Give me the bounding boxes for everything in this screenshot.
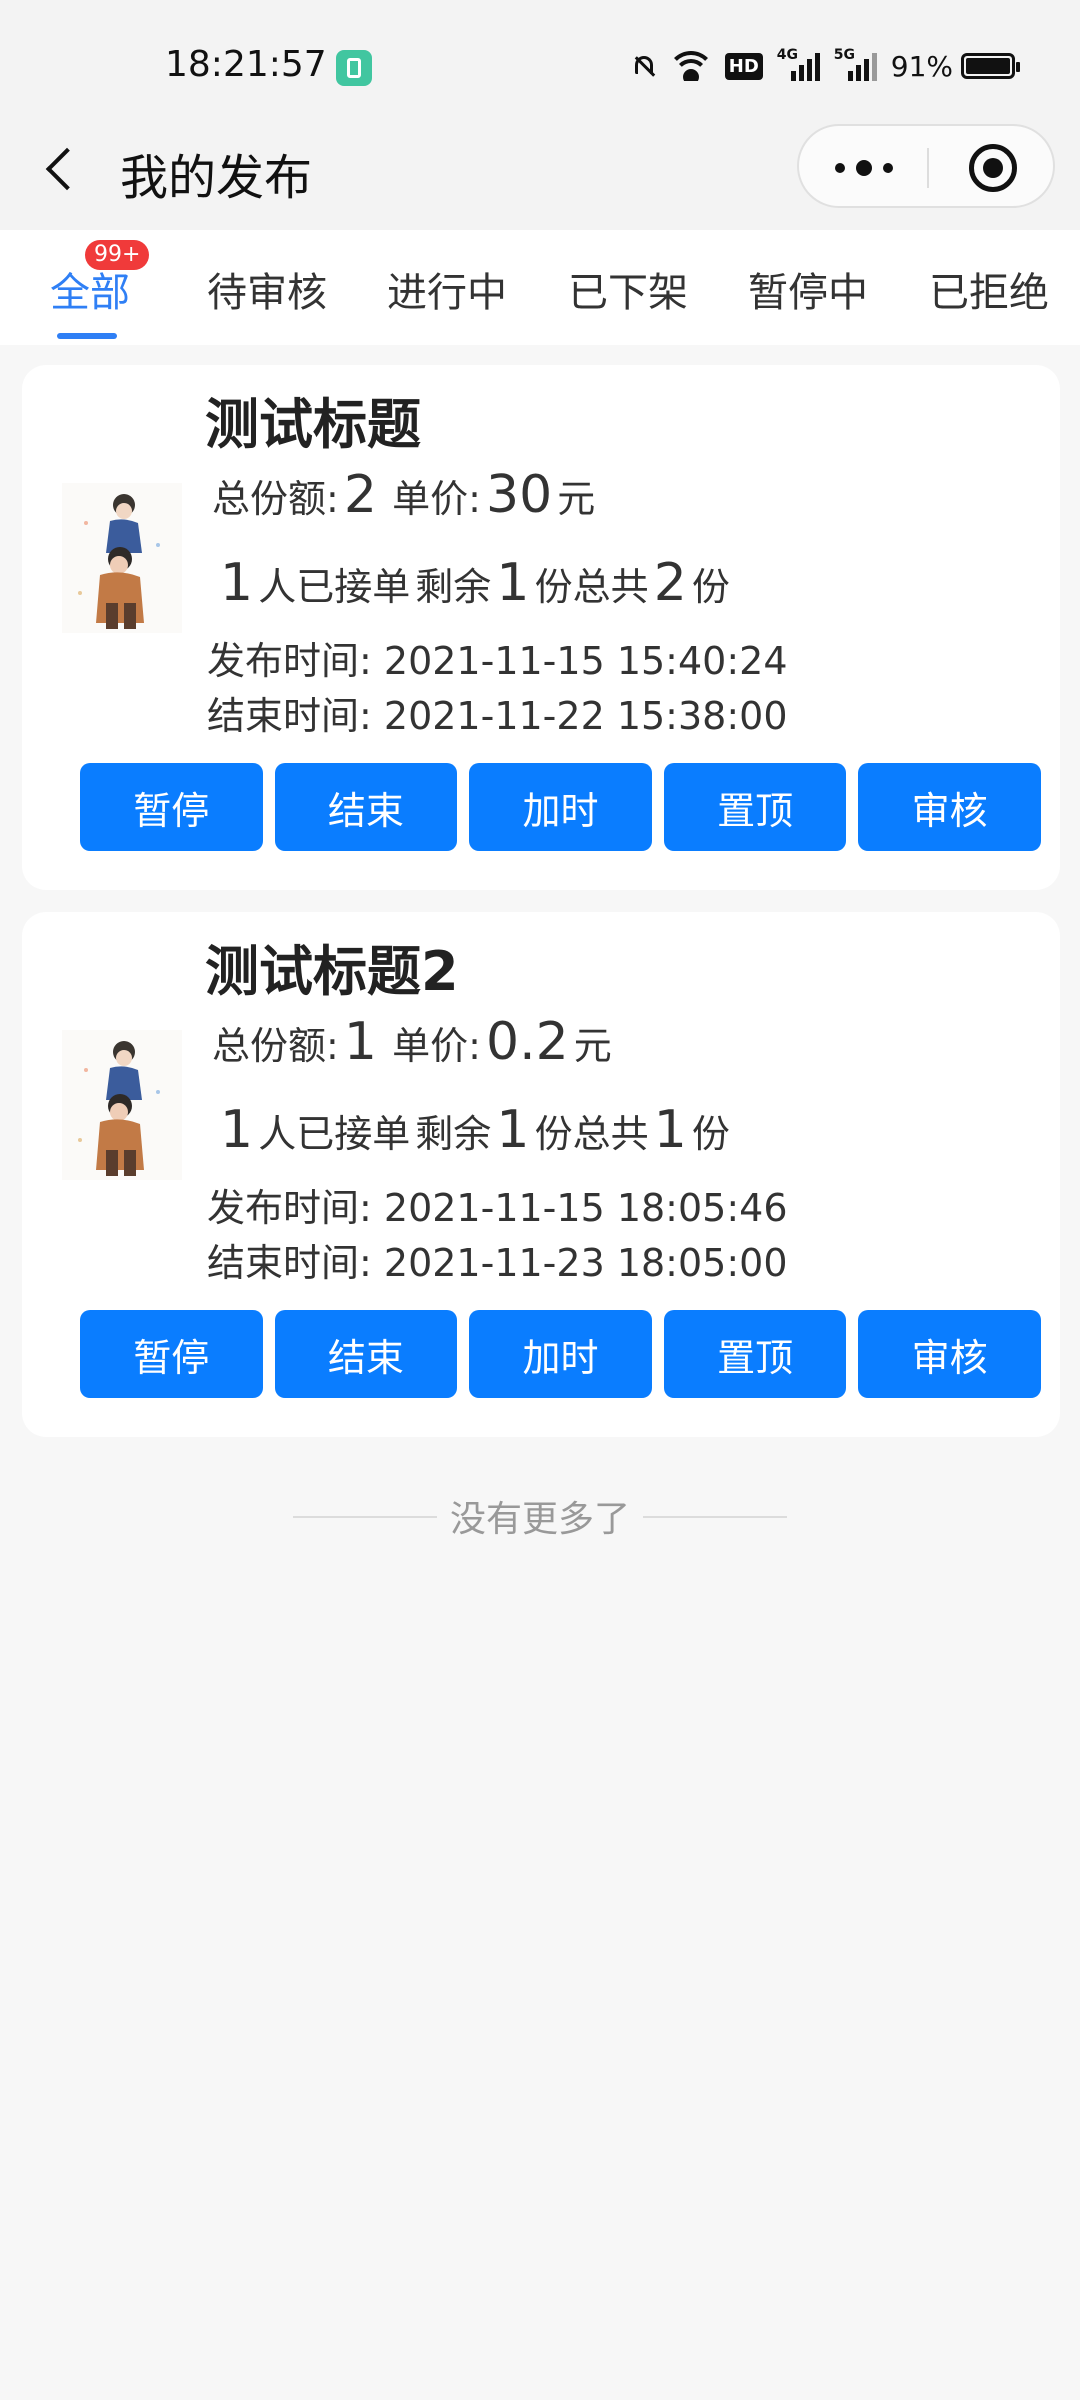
- post-thumbnail: [62, 1030, 182, 1180]
- end-time-label: 结束时间:: [207, 1241, 372, 1285]
- pause-button[interactable]: 暂停: [80, 763, 263, 851]
- publish-time-value: 2021-11-15 15:40:24: [383, 639, 788, 683]
- post-title: 测试标题2: [205, 940, 459, 1003]
- mini-program-icon: [336, 50, 372, 86]
- pause-button[interactable]: 暂停: [80, 1310, 263, 1398]
- mini-program-capsule: [797, 124, 1055, 208]
- back-arrow-icon[interactable]: [40, 140, 90, 200]
- signal-4g-icon: 4G: [777, 47, 820, 81]
- review-button[interactable]: 审核: [858, 1310, 1041, 1398]
- signal-5g-icon: 5G: [834, 47, 877, 81]
- review-button[interactable]: 审核: [858, 763, 1041, 851]
- divider-line: [643, 1516, 787, 1518]
- publish-time-label: 发布时间:: [207, 639, 372, 683]
- end-time-line: 结束时间: 2021-11-22 15:38:00: [207, 685, 788, 740]
- remaining-count: 1: [496, 1100, 530, 1160]
- accepted-count: 1: [220, 553, 254, 613]
- target-circle-icon[interactable]: [969, 144, 1017, 192]
- shares-price-line: 总份额: 1 单价: 0.2 元: [212, 1012, 612, 1072]
- post-card[interactable]: 测试标题2 总份额: 1 单价: 0.2 元 1 人已接单 剩余 1 份总共 1…: [22, 912, 1060, 1437]
- accepted-label: 人已接单: [258, 565, 411, 609]
- tab-in-progress[interactable]: 进行中: [387, 260, 507, 318]
- publish-time-label: 发布时间:: [207, 1186, 372, 1230]
- unit-price-label: 单价:: [392, 1024, 481, 1068]
- publish-time-line: 发布时间: 2021-11-15 18:05:46: [207, 1177, 788, 1232]
- shares-unit: 份: [691, 565, 730, 609]
- order-stats-line: 1 人已接单 剩余 1 份总共 2 份: [220, 553, 730, 613]
- pin-top-button[interactable]: 置顶: [663, 1310, 847, 1398]
- action-buttons: 暂停 结束 加时 置顶 审核: [80, 763, 1041, 851]
- extend-time-button[interactable]: 加时: [469, 763, 652, 851]
- currency-unit: 元: [573, 1024, 612, 1068]
- action-buttons: 暂停 结束 加时 置顶 审核: [80, 1310, 1041, 1398]
- total-shares-label: 总份额:: [212, 477, 339, 521]
- post-title: 测试标题: [205, 393, 421, 456]
- shares-total-label: 份总共: [534, 1112, 649, 1156]
- page-title: 我的发布: [120, 150, 313, 206]
- unit-price-value: 0.2: [486, 1012, 569, 1072]
- remaining-label: 剩余: [415, 565, 492, 609]
- total-shares-label: 总份额:: [212, 1024, 339, 1068]
- count-badge: 99+: [85, 240, 150, 270]
- end-time-line: 结束时间: 2021-11-23 18:05:00: [207, 1232, 788, 1287]
- status-icons: HD 4G 5G 91%: [631, 46, 1020, 86]
- accepted-label: 人已接单: [258, 1112, 411, 1156]
- remaining-label: 剩余: [415, 1112, 492, 1156]
- currency-unit: 元: [557, 477, 596, 521]
- hd-icon: HD: [724, 52, 763, 80]
- post-card[interactable]: 测试标题 总份额: 2 单价: 30 元 1 人已接单 剩余 1 份总共 2 份…: [22, 365, 1060, 890]
- no-more-footer: 没有更多了: [0, 1490, 1080, 1540]
- wifi-icon: [670, 51, 711, 81]
- tab-pending-review[interactable]: 待审核: [207, 260, 327, 318]
- extend-time-button[interactable]: 加时: [469, 1310, 652, 1398]
- end-button[interactable]: 结束: [274, 1310, 458, 1398]
- post-thumbnail: [62, 483, 182, 633]
- total-shares-value: 2: [343, 465, 377, 525]
- unit-price-value: 30: [486, 465, 553, 525]
- status-tabs: 全部 99+ 待审核 进行中 已下架 暂停中 已拒绝: [0, 230, 1080, 345]
- active-tab-indicator: [57, 333, 117, 339]
- order-stats-line: 1 人已接单 剩余 1 份总共 1 份: [220, 1100, 730, 1160]
- shares-total-label: 份总共: [534, 565, 649, 609]
- remaining-count: 1: [496, 553, 530, 613]
- battery-percent: 91%: [890, 49, 953, 83]
- capsule-divider: [927, 148, 929, 188]
- total-shares-value: 1: [343, 1012, 377, 1072]
- accepted-count: 1: [220, 1100, 254, 1160]
- battery-indicator: 91%: [890, 49, 1020, 83]
- pin-top-button[interactable]: 置顶: [663, 763, 847, 851]
- more-dots-icon[interactable]: [835, 154, 893, 182]
- tab-rejected[interactable]: 已拒绝: [929, 260, 1049, 318]
- mute-bell-icon: [631, 53, 657, 79]
- end-time-value: 2021-11-23 18:05:00: [383, 1241, 788, 1285]
- end-time-value: 2021-11-22 15:38:00: [383, 694, 788, 738]
- unit-price-label: 单价:: [392, 477, 481, 521]
- tab-delisted[interactable]: 已下架: [568, 260, 688, 318]
- publish-time-value: 2021-11-15 18:05:46: [383, 1186, 788, 1230]
- total-count: 2: [653, 553, 687, 613]
- total-count: 1: [653, 1100, 687, 1160]
- nav-bar: 我的发布: [0, 110, 1080, 230]
- end-button[interactable]: 结束: [274, 763, 458, 851]
- battery-icon: [961, 53, 1020, 79]
- shares-price-line: 总份额: 2 单价: 30 元: [212, 465, 595, 525]
- tab-paused[interactable]: 暂停中: [748, 260, 868, 318]
- end-time-label: 结束时间:: [207, 694, 372, 738]
- publish-time-line: 发布时间: 2021-11-15 15:40:24: [207, 630, 788, 685]
- no-more-text: 没有更多了: [449, 1499, 630, 1540]
- status-time: 18:21:57: [165, 44, 327, 85]
- shares-unit: 份: [691, 1112, 730, 1156]
